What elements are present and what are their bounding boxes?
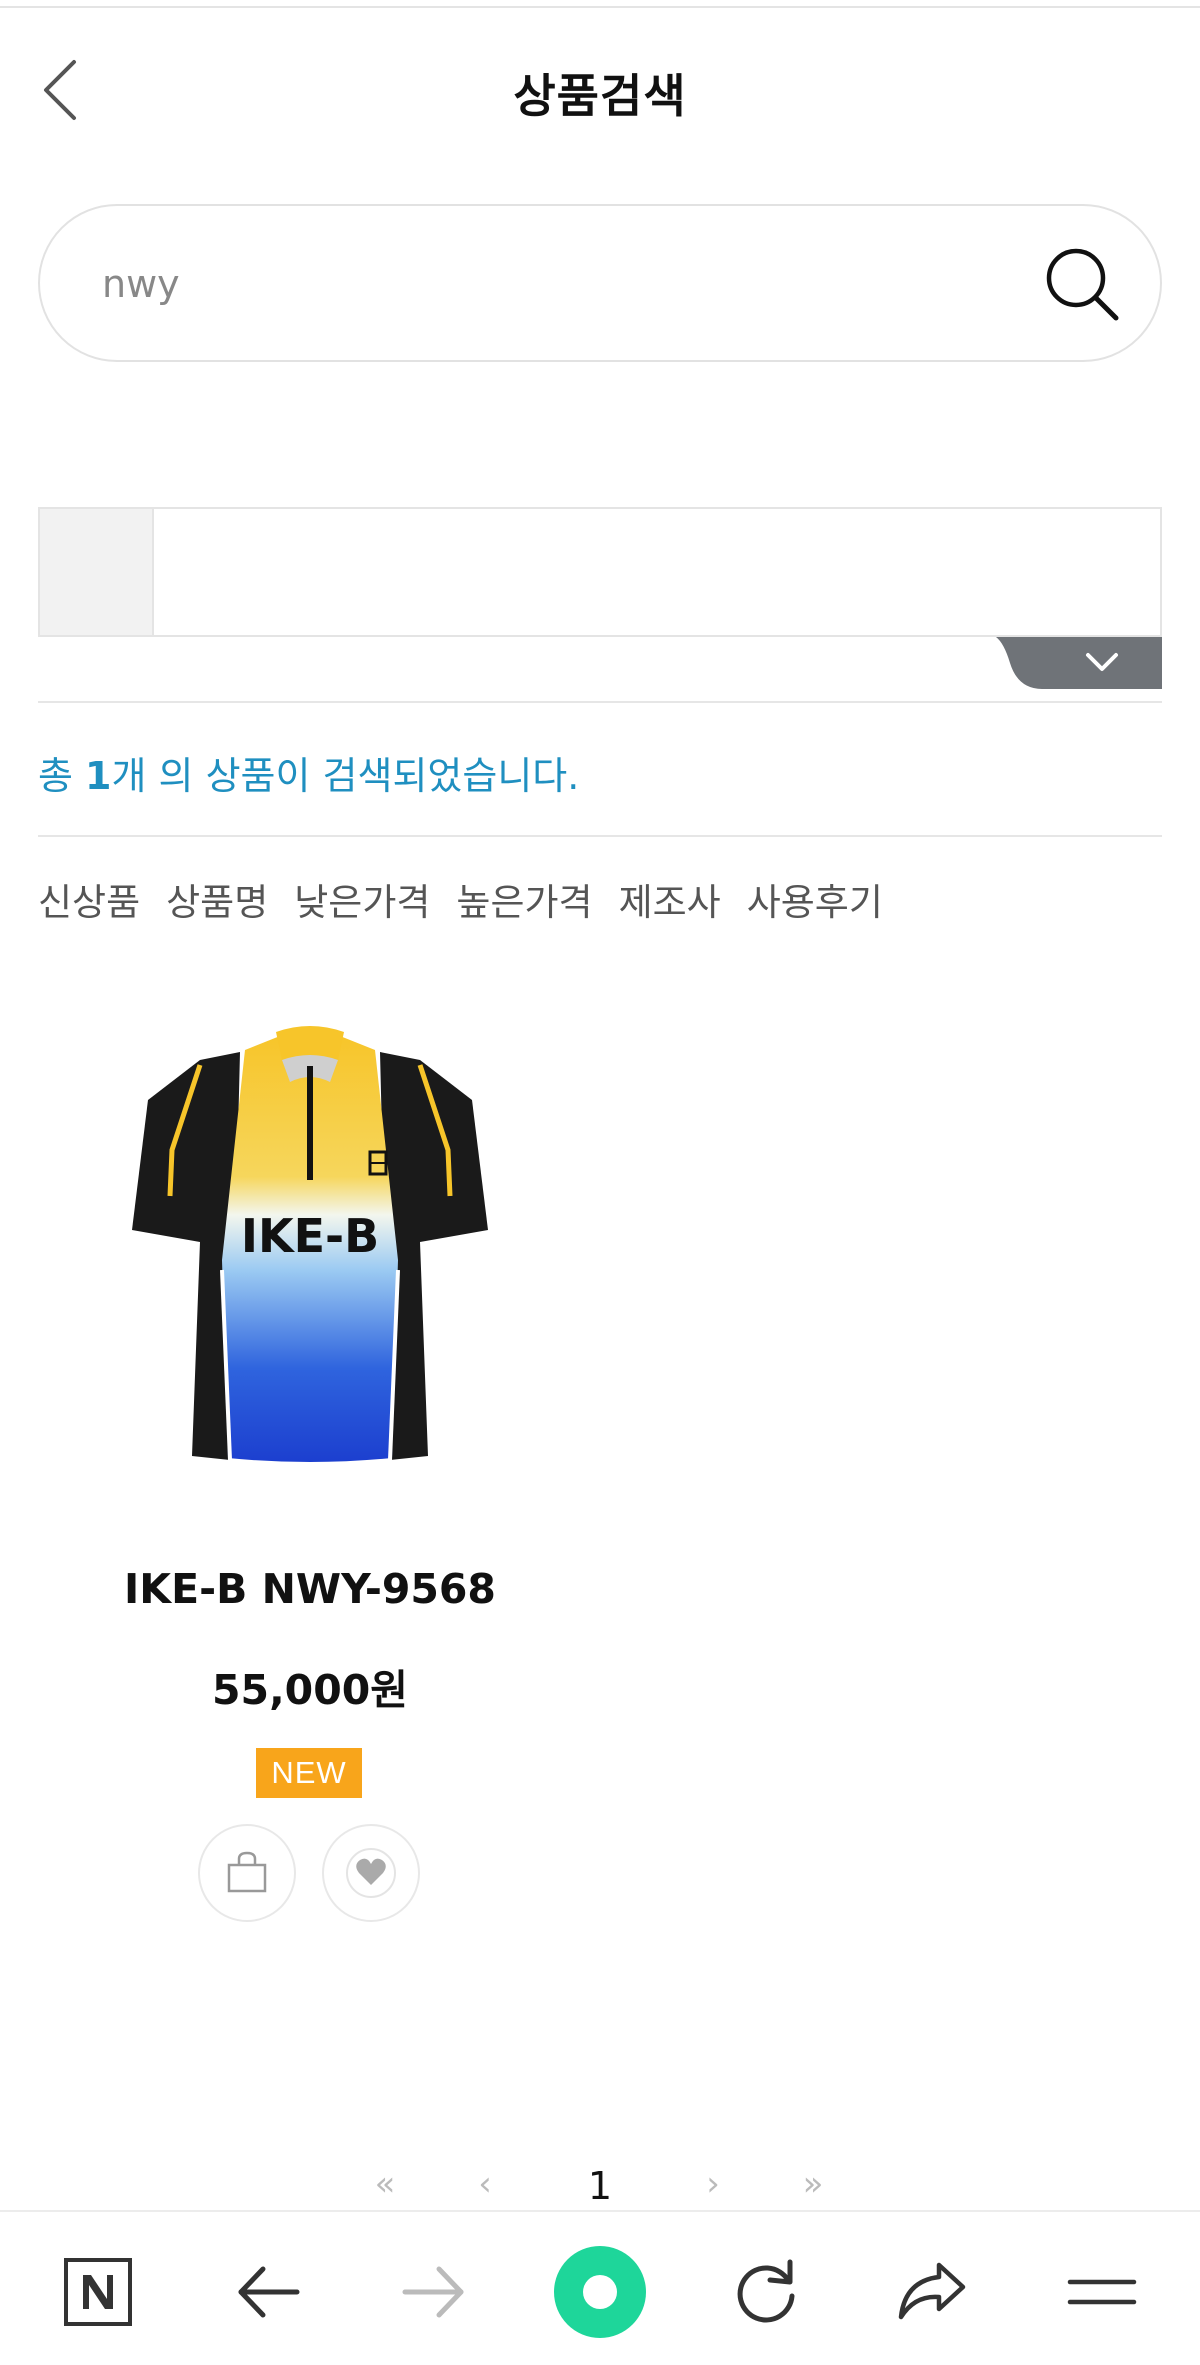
category-filter-box bbox=[38, 507, 1162, 637]
page-header: 상품검색 bbox=[0, 40, 1200, 140]
product-price: 55,000원 bbox=[212, 1666, 408, 1714]
pagination-last[interactable]: » bbox=[778, 2164, 848, 2204]
search-button[interactable] bbox=[1042, 244, 1122, 324]
chevron-down-icon bbox=[996, 637, 1162, 689]
search-icon bbox=[1046, 248, 1119, 321]
jersey-print-text: IKE-B bbox=[241, 1209, 379, 1263]
search-input[interactable] bbox=[102, 246, 1002, 322]
sort-tabs: 신상품 상품명 낮은가격 높은가격 제조사 사용후기 bbox=[38, 872, 883, 926]
pagination-prev[interactable]: ‹ bbox=[450, 2164, 520, 2204]
divider bbox=[38, 835, 1162, 837]
pagination-next[interactable]: › bbox=[678, 2164, 748, 2204]
top-divider bbox=[0, 6, 1200, 8]
heart-icon bbox=[346, 1848, 396, 1898]
arrow-left-icon bbox=[238, 2266, 300, 2318]
result-count-text: 총 1개 의 상품이 검색되었습니다. bbox=[38, 745, 579, 800]
pagination-first[interactable]: « bbox=[350, 2164, 420, 2204]
shopping-bag-icon bbox=[227, 1851, 267, 1893]
pagination-page-current[interactable]: 1 bbox=[565, 2164, 635, 2208]
refresh-icon bbox=[737, 2259, 795, 2323]
arrow-right-icon bbox=[402, 2266, 464, 2318]
jersey-image: IKE-B bbox=[132, 1026, 488, 1462]
browser-green-dot-button[interactable] bbox=[550, 2242, 650, 2342]
browser-menu-button[interactable] bbox=[1052, 2242, 1152, 2342]
add-to-cart-button[interactable] bbox=[198, 1824, 296, 1922]
sort-tab-maker[interactable]: 제조사 bbox=[619, 872, 721, 926]
page-title: 상품검색 bbox=[513, 69, 687, 123]
sort-tab-name[interactable]: 상품명 bbox=[166, 872, 268, 926]
share-arrow-icon bbox=[898, 2262, 966, 2320]
browser-refresh-button[interactable] bbox=[716, 2242, 816, 2342]
sort-tab-low-price[interactable]: 낮은가격 bbox=[294, 872, 430, 926]
divider bbox=[38, 701, 1162, 703]
naver-n-icon bbox=[64, 2258, 132, 2326]
filter-expand-toggle[interactable] bbox=[996, 637, 1162, 689]
filter-label-cell bbox=[40, 509, 154, 635]
sort-tab-reviews[interactable]: 사용후기 bbox=[747, 872, 883, 926]
search-box bbox=[38, 204, 1162, 362]
browser-share-button[interactable] bbox=[882, 2242, 982, 2342]
product-card: IKE-B IKE-B NWY-9568 55,000원 NEW bbox=[100, 1010, 520, 1930]
sort-tab-new[interactable]: 신상품 bbox=[38, 872, 140, 926]
browser-back-button[interactable] bbox=[218, 2242, 318, 2342]
product-name[interactable]: IKE-B NWY-9568 bbox=[100, 1565, 520, 1613]
result-count-number: 1 bbox=[85, 754, 112, 798]
wishlist-button[interactable] bbox=[322, 1824, 420, 1922]
result-prefix: 총 bbox=[38, 754, 86, 798]
browser-bottom-bar bbox=[0, 2210, 1200, 2365]
green-dot-icon bbox=[554, 2246, 646, 2338]
new-badge: NEW bbox=[256, 1748, 362, 1798]
product-image[interactable]: IKE-B bbox=[130, 1020, 490, 1490]
naver-home-button[interactable] bbox=[48, 2242, 148, 2342]
browser-forward-button[interactable] bbox=[384, 2242, 484, 2342]
sort-tab-high-price[interactable]: 높은가격 bbox=[456, 872, 592, 926]
result-suffix: 개 의 상품이 검색되었습니다. bbox=[111, 754, 580, 798]
hamburger-menu-icon bbox=[1067, 2279, 1137, 2305]
